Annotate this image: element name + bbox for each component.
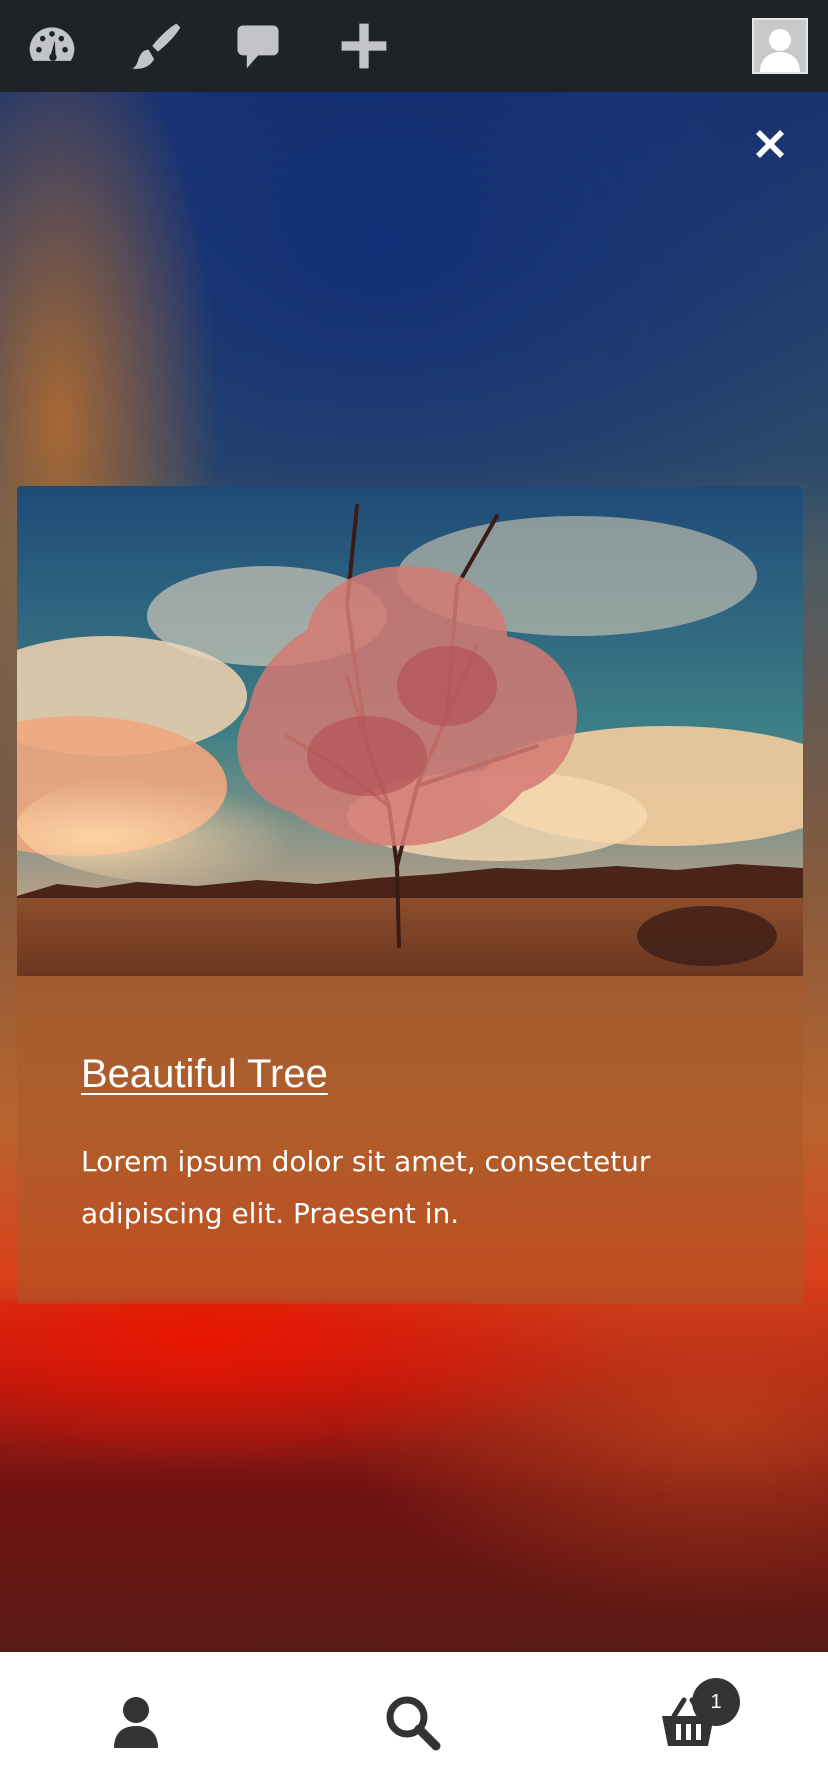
- cart-count-badge: 1: [692, 1678, 740, 1726]
- dashboard-icon[interactable]: [22, 16, 82, 76]
- admin-bar: [0, 0, 828, 92]
- comments-icon[interactable]: [228, 16, 288, 76]
- tree-landscape-image[interactable]: [17, 486, 803, 976]
- close-icon[interactable]: [748, 122, 792, 166]
- blurred-background-glow: [0, 1300, 828, 1652]
- customize-brush-icon[interactable]: [126, 16, 186, 76]
- post-title-link[interactable]: Beautiful Tree: [81, 1052, 328, 1097]
- account-icon[interactable]: [98, 1684, 174, 1760]
- post-description: Lorem ipsum dolor sit amet, consectetur …: [81, 1145, 651, 1230]
- new-content-plus-icon[interactable]: [334, 16, 394, 76]
- user-avatar-icon[interactable]: [752, 18, 808, 74]
- bottom-nav: 1: [0, 1652, 828, 1792]
- post-card: Beautiful Tree Lorem ipsum dolor sit ame…: [17, 486, 803, 1304]
- search-icon[interactable]: [374, 1684, 450, 1760]
